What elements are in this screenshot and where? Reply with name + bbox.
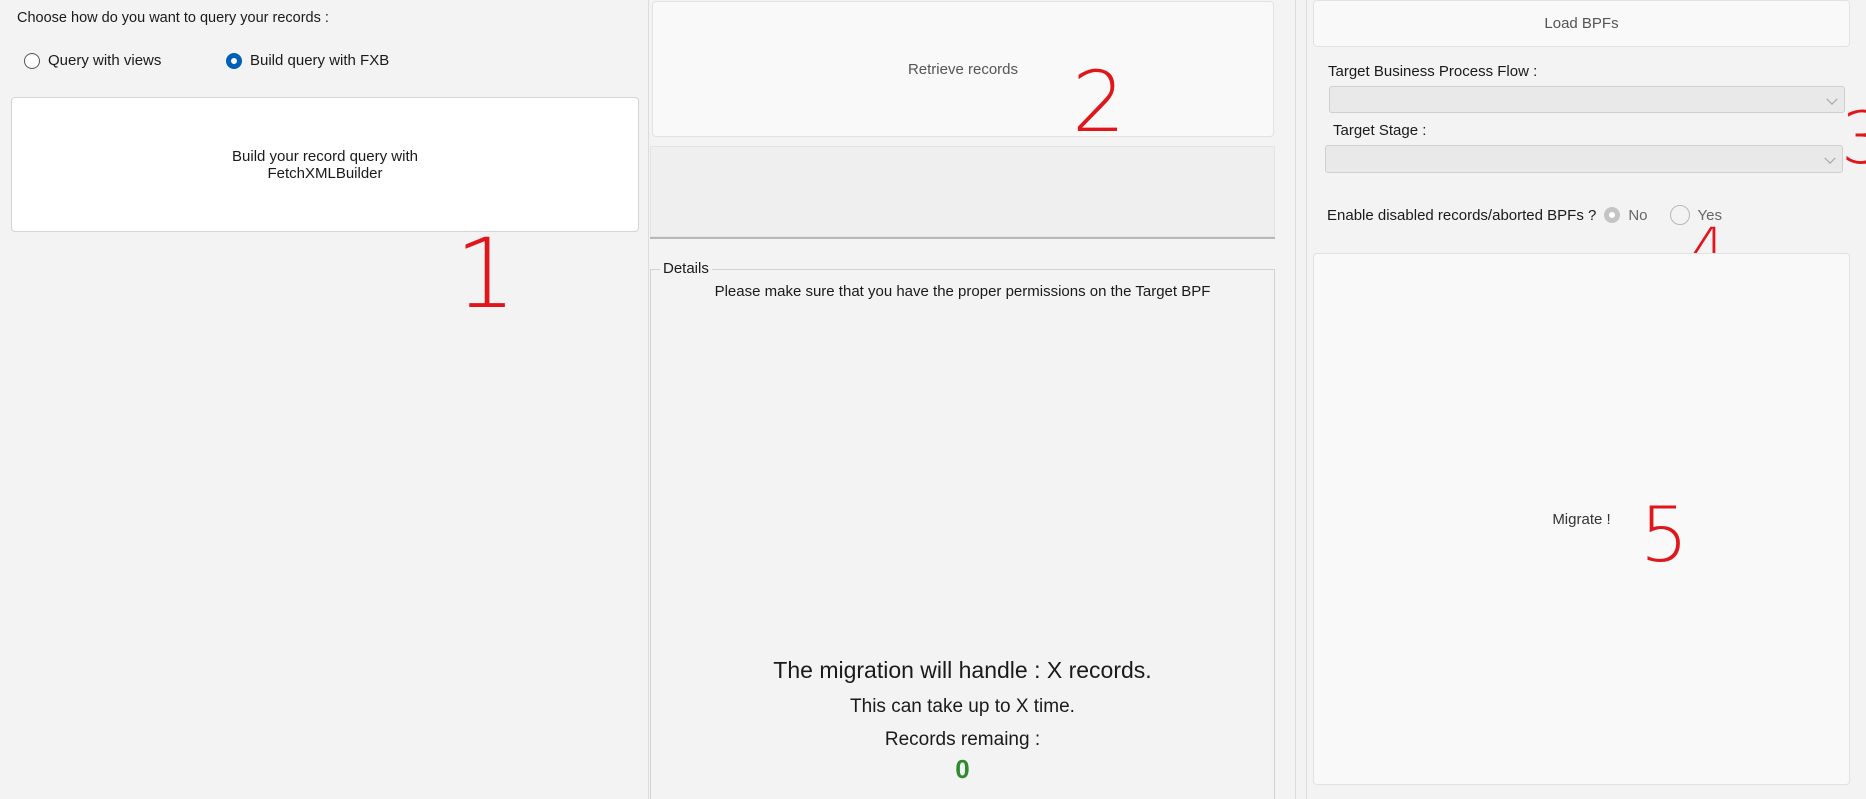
- details-title: Details: [660, 260, 712, 277]
- radio-label: No: [1628, 206, 1648, 224]
- panel-divider: [1295, 0, 1296, 799]
- button-label: Migrate !: [1552, 510, 1611, 528]
- progress-bar: [650, 146, 1275, 237]
- enable-disabled-label: Enable disabled records/aborted BPFs ?: [1327, 206, 1597, 224]
- migration-summary: The migration will handle : X records.: [773, 657, 1152, 683]
- radio-circle-checked[interactable]: [1604, 207, 1621, 223]
- retrieve-records-button[interactable]: Retrieve records: [652, 1, 1274, 137]
- chevron-down-icon: [1824, 152, 1836, 164]
- details-notice: Please make sure that you have the prope…: [714, 283, 1211, 300]
- load-bpfs-button[interactable]: Load BPFs: [1313, 0, 1850, 47]
- radio-build-query-fxb[interactable]: Build query with FXB: [226, 52, 389, 69]
- migration-time: This can take up to X time.: [850, 696, 1075, 717]
- target-bpf-dropdown[interactable]: [1329, 86, 1845, 113]
- button-label: Load BPFs: [1544, 15, 1619, 32]
- button-label-line1: Build your record query with: [232, 147, 418, 165]
- records-remaining-count: 0: [955, 754, 970, 784]
- target-stage-dropdown[interactable]: [1325, 145, 1843, 173]
- radio-query-with-views[interactable]: Query with views: [24, 52, 161, 69]
- radio-no[interactable]: No: [1604, 206, 1648, 224]
- target-bpf-label: Target Business Process Flow :: [1328, 63, 1538, 80]
- annotation-1: 1: [455, 218, 517, 330]
- annotation-5: 5: [1640, 490, 1689, 579]
- query-prompt-label: Choose how do you want to query your rec…: [17, 10, 329, 26]
- panel-divider: [1306, 0, 1307, 799]
- radio-circle-checked[interactable]: [226, 52, 242, 69]
- panel-divider: [648, 0, 649, 799]
- progress-bar-underline: [650, 237, 1275, 239]
- build-query-fxb-button[interactable]: Build your record query with FetchXMLBui…: [11, 97, 639, 232]
- radio-label: Build query with FXB: [250, 52, 390, 69]
- migrate-button[interactable]: Migrate !: [1313, 253, 1850, 785]
- details-groupbox: [650, 269, 1275, 799]
- enable-disabled-records-row: Enable disabled records/aborted BPFs ? N…: [1327, 205, 1722, 225]
- radio-label: Query with views: [48, 52, 162, 69]
- radio-circle[interactable]: [1669, 205, 1690, 225]
- annotation-2: 2: [1072, 53, 1126, 151]
- target-stage-label: Target Stage :: [1333, 122, 1427, 139]
- button-label: Retrieve records: [907, 60, 1019, 78]
- annotation-3: 3: [1841, 96, 1866, 180]
- button-label-line2: FetchXMLBuilder: [267, 164, 383, 182]
- records-remaining-label: Records remaing :: [884, 729, 1041, 750]
- chevron-down-icon: [1826, 93, 1838, 105]
- radio-circle[interactable]: [24, 52, 40, 69]
